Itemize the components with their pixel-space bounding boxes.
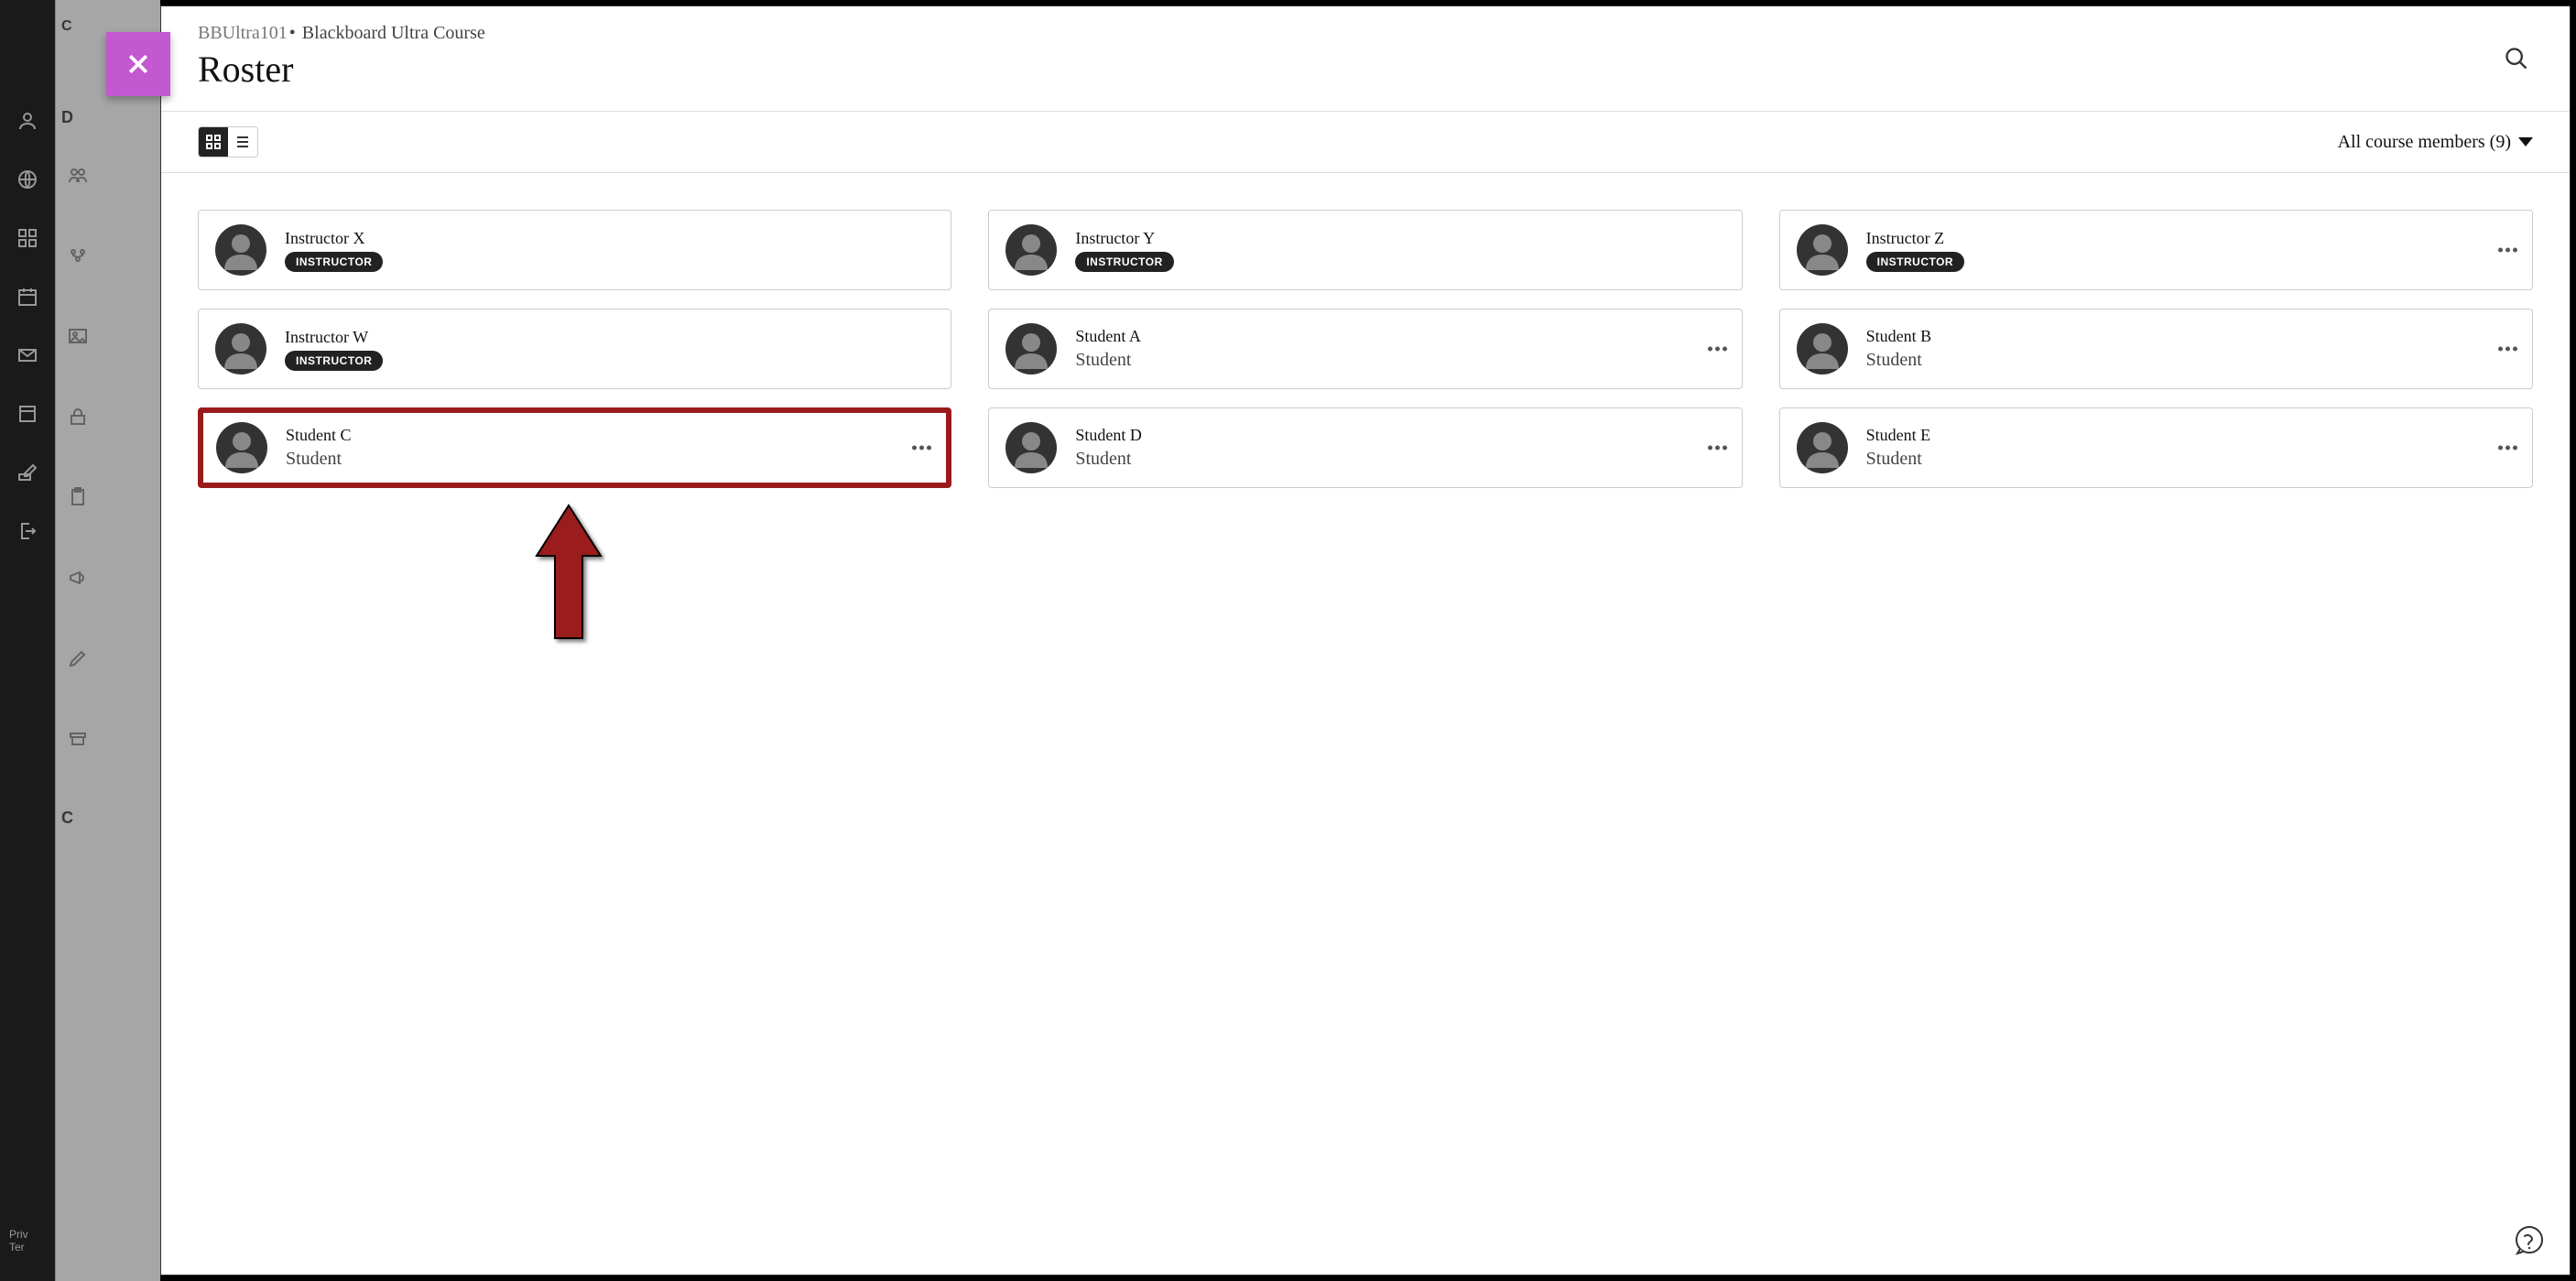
member-menu-button[interactable] xyxy=(912,446,931,451)
member-name: Instructor X xyxy=(285,229,383,248)
avatar xyxy=(1797,323,1848,375)
member-menu-button[interactable] xyxy=(2498,347,2517,352)
role-badge: INSTRUCTOR xyxy=(285,351,383,371)
member-menu-button[interactable] xyxy=(1708,347,1727,352)
member-info: Student A Student xyxy=(1075,327,1141,371)
member-info: Instructor Z INSTRUCTOR xyxy=(1866,229,1964,272)
avatar xyxy=(215,224,266,276)
view-toggle xyxy=(198,126,258,157)
user-icon[interactable] xyxy=(16,110,38,132)
grid-view-icon xyxy=(205,134,222,150)
member-info: Student D Student xyxy=(1075,426,1142,470)
role-text: Student xyxy=(1866,350,1932,371)
role-text: Student xyxy=(1075,449,1142,470)
member-name: Student A xyxy=(1075,327,1141,346)
member-name: Student E xyxy=(1866,426,1931,445)
grid-icon[interactable] xyxy=(16,227,38,249)
dots-icon xyxy=(2498,347,2503,352)
member-name: Instructor Z xyxy=(1866,229,1964,248)
member-info: Student C Student xyxy=(286,426,352,470)
member-info: Instructor X INSTRUCTOR xyxy=(285,229,383,272)
breadcrumb: BBUltra101• Blackboard Ultra Course xyxy=(198,23,2533,44)
member-name: Instructor Y xyxy=(1075,229,1173,248)
filter-label: All course members (9) xyxy=(2338,132,2511,153)
nav-footer: Priv Ter xyxy=(0,1219,55,1263)
search-button[interactable] xyxy=(2500,42,2533,75)
member-menu-button[interactable] xyxy=(1708,446,1727,451)
filter-dropdown[interactable]: All course members (9) xyxy=(2338,132,2533,153)
member-name: Student C xyxy=(286,426,352,445)
member-card[interactable]: Student C Student xyxy=(198,407,951,488)
member-info: Student E Student xyxy=(1866,426,1931,470)
panel-header: BBUltra101• Blackboard Ultra Course Rost… xyxy=(161,6,2570,112)
roster-toolbar: All course members (9) xyxy=(161,112,2570,173)
page-title: Roster xyxy=(198,48,2533,91)
globe-icon[interactable] xyxy=(16,168,38,190)
dots-icon xyxy=(2498,446,2503,451)
member-name: Instructor W xyxy=(285,328,383,347)
avatar xyxy=(1005,224,1057,276)
member-card[interactable]: Instructor Z INSTRUCTOR xyxy=(1779,210,2533,290)
list-view-button[interactable] xyxy=(228,127,257,157)
member-info: Instructor Y INSTRUCTOR xyxy=(1075,229,1173,272)
dots-icon xyxy=(1708,446,1712,451)
role-text: Student xyxy=(1075,350,1141,371)
role-badge: INSTRUCTOR xyxy=(1075,252,1173,272)
calendar-icon[interactable] xyxy=(16,286,38,308)
member-card[interactable]: Instructor W INSTRUCTOR xyxy=(198,309,951,389)
footer-terms[interactable]: Ter xyxy=(9,1241,46,1254)
breadcrumb-course-name: Blackboard Ultra Course xyxy=(302,23,485,43)
member-card[interactable]: Student D Student xyxy=(988,407,1742,488)
member-card[interactable]: Instructor Y INSTRUCTOR xyxy=(988,210,1742,290)
list-view-icon xyxy=(234,134,251,150)
roster-grid: Instructor X INSTRUCTOR Instructor Y INS… xyxy=(161,173,2570,1275)
dots-icon xyxy=(912,446,917,451)
chevron-down-icon xyxy=(2518,137,2533,147)
mail-icon[interactable] xyxy=(16,344,38,366)
member-name: Student D xyxy=(1075,426,1142,445)
help-icon xyxy=(2513,1223,2546,1256)
roster-panel: BBUltra101• Blackboard Ultra Course Rost… xyxy=(160,5,2571,1276)
book-icon[interactable] xyxy=(16,403,38,425)
breadcrumb-course-id: BBUltra101 xyxy=(198,23,288,43)
role-text: Student xyxy=(1866,449,1931,470)
dots-icon xyxy=(2498,248,2503,253)
footer-privacy[interactable]: Priv xyxy=(9,1228,46,1241)
avatar xyxy=(1797,422,1848,473)
avatar xyxy=(215,323,266,375)
member-name: Student B xyxy=(1866,327,1932,346)
grid-view-button[interactable] xyxy=(199,127,228,157)
role-badge: INSTRUCTOR xyxy=(1866,252,1964,272)
member-card[interactable]: Student E Student xyxy=(1779,407,2533,488)
role-text: Student xyxy=(286,449,352,470)
member-card[interactable]: Student B Student xyxy=(1779,309,2533,389)
avatar xyxy=(1005,323,1057,375)
avatar xyxy=(1005,422,1057,473)
dots-icon xyxy=(1708,347,1712,352)
avatar xyxy=(216,422,267,473)
logout-icon[interactable] xyxy=(16,520,38,542)
search-icon xyxy=(2504,46,2529,71)
member-card[interactable]: Instructor X INSTRUCTOR xyxy=(198,210,951,290)
edit-icon[interactable] xyxy=(16,461,38,483)
close-icon xyxy=(125,50,152,78)
member-info: Student B Student xyxy=(1866,327,1932,371)
member-menu-button[interactable] xyxy=(2498,248,2517,253)
member-info: Instructor W INSTRUCTOR xyxy=(285,328,383,371)
role-badge: INSTRUCTOR xyxy=(285,252,383,272)
avatar xyxy=(1797,224,1848,276)
member-card[interactable]: Student A Student xyxy=(988,309,1742,389)
main-nav-sidebar: Priv Ter xyxy=(0,0,55,1281)
member-menu-button[interactable] xyxy=(2498,446,2517,451)
help-button[interactable] xyxy=(2513,1223,2546,1256)
